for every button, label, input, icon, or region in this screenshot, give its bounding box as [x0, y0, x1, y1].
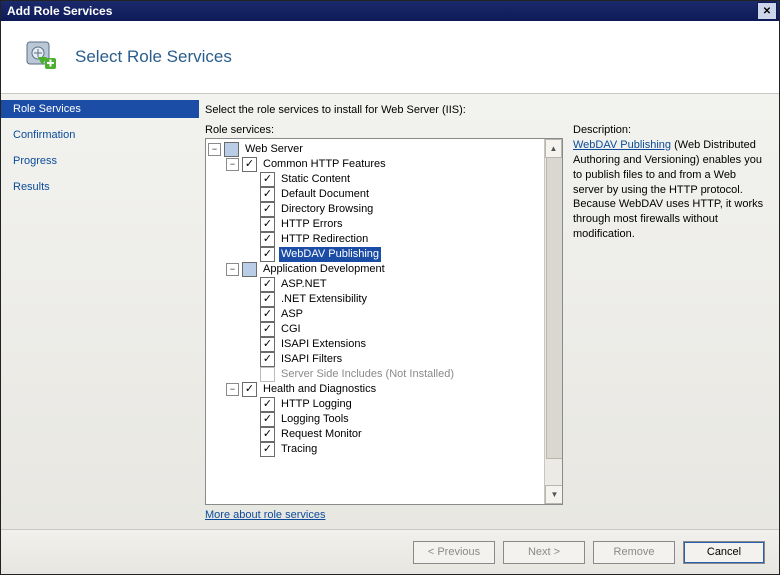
tree-node[interactable]: CGI: [244, 322, 544, 337]
wizard-nav: Role Services Confirmation Progress Resu…: [1, 94, 199, 529]
tree-checkbox[interactable]: [260, 292, 275, 307]
page-title: Select Role Services: [75, 47, 232, 67]
previous-button[interactable]: < Previous: [413, 541, 495, 564]
nav-role-services[interactable]: Role Services: [1, 100, 199, 118]
tree-checkbox[interactable]: [260, 427, 275, 442]
tree-node[interactable]: Logging Tools: [244, 412, 544, 427]
wizard-footer: < Previous Next > Remove Cancel: [1, 529, 779, 574]
collapse-icon[interactable]: −: [226, 383, 239, 396]
collapse-icon[interactable]: −: [226, 158, 239, 171]
tree-node-label[interactable]: ISAPI Extensions: [279, 337, 368, 352]
tree-checkbox[interactable]: [242, 157, 257, 172]
description-text: WebDAV Publishing (Web Distributed Autho…: [573, 138, 765, 242]
tree-node[interactable]: Static Content: [244, 172, 544, 187]
tree-checkbox[interactable]: [260, 442, 275, 457]
tree-node[interactable]: ISAPI Filters: [244, 352, 544, 367]
description-label: Description:: [573, 124, 765, 136]
nav-results[interactable]: Results: [1, 178, 199, 196]
scroll-thumb[interactable]: [546, 157, 563, 459]
tree-node-label[interactable]: Logging Tools: [279, 412, 351, 427]
nav-confirmation[interactable]: Confirmation: [1, 126, 199, 144]
tree-checkbox[interactable]: [260, 307, 275, 322]
tree-checkbox[interactable]: [260, 187, 275, 202]
tree-node-label[interactable]: .NET Extensibility: [279, 292, 369, 307]
collapse-icon[interactable]: −: [208, 143, 221, 156]
collapse-icon[interactable]: −: [226, 263, 239, 276]
tree-node-label[interactable]: Health and Diagnostics: [261, 382, 378, 397]
tree-node-label[interactable]: ASP.NET: [279, 277, 329, 292]
tree-node-label[interactable]: Default Document: [279, 187, 371, 202]
tree-node-label[interactable]: HTTP Errors: [279, 217, 345, 232]
tree-checkbox[interactable]: [260, 397, 275, 412]
tree-node-label[interactable]: HTTP Logging: [279, 397, 354, 412]
tree-scrollbar[interactable]: ▲ ▼: [544, 139, 562, 504]
instruction-text: Select the role services to install for …: [205, 104, 765, 116]
tree-checkbox[interactable]: [260, 352, 275, 367]
title-bar[interactable]: Add Role Services ✕: [1, 1, 779, 21]
tree-node[interactable]: Tracing: [244, 442, 544, 457]
tree-node[interactable]: Server Side Includes (Not Installed): [244, 367, 544, 382]
tree-node[interactable]: Directory Browsing: [244, 202, 544, 217]
tree-node-label[interactable]: Request Monitor: [279, 427, 364, 442]
tree-node[interactable]: ISAPI Extensions: [244, 337, 544, 352]
tree-checkbox[interactable]: [242, 382, 257, 397]
scroll-up-button[interactable]: ▲: [545, 139, 562, 158]
tree-node-label[interactable]: ASP: [279, 307, 305, 322]
nav-progress[interactable]: Progress: [1, 152, 199, 170]
wizard-icon: [23, 40, 57, 74]
tree-node[interactable]: Request Monitor: [244, 427, 544, 442]
tree-node[interactable]: Default Document: [244, 187, 544, 202]
tree-checkbox: [260, 367, 275, 382]
tree-node[interactable]: − Health and Diagnostics: [226, 382, 544, 397]
tree-checkbox[interactable]: [260, 217, 275, 232]
tree-checkbox[interactable]: [260, 277, 275, 292]
tree-node[interactable]: ASP.NET: [244, 277, 544, 292]
tree-node-label[interactable]: CGI: [279, 322, 303, 337]
tree-node[interactable]: ASP: [244, 307, 544, 322]
more-about-role-services-link[interactable]: More about role services: [205, 509, 563, 521]
window-title: Add Role Services: [7, 4, 112, 18]
tree-checkbox[interactable]: [260, 322, 275, 337]
tree-node-label[interactable]: HTTP Redirection: [279, 232, 370, 247]
next-button[interactable]: Next >: [503, 541, 585, 564]
tree-node-label[interactable]: Application Development: [261, 262, 387, 277]
tree-node-label[interactable]: Tracing: [279, 442, 319, 457]
tree-checkbox[interactable]: [224, 142, 239, 157]
remove-button[interactable]: Remove: [593, 541, 675, 564]
tree-node-label[interactable]: Directory Browsing: [279, 202, 375, 217]
tree-node-label[interactable]: Web Server: [243, 142, 305, 157]
tree-checkbox[interactable]: [260, 247, 275, 262]
cancel-button[interactable]: Cancel: [683, 541, 765, 564]
wizard-header: Select Role Services: [1, 21, 779, 94]
tree-node-label[interactable]: Static Content: [279, 172, 352, 187]
tree-checkbox[interactable]: [260, 412, 275, 427]
role-services-tree[interactable]: −Web Server−Common HTTP FeaturesStatic C…: [205, 138, 563, 505]
tree-node[interactable]: HTTP Redirection: [244, 232, 544, 247]
tree-node[interactable]: − Application Development: [226, 262, 544, 277]
add-role-services-window: Add Role Services ✕ Select Role Services…: [0, 0, 780, 575]
tree-checkbox[interactable]: [260, 337, 275, 352]
tree-node-label[interactable]: ISAPI Filters: [279, 352, 344, 367]
tree-node-label[interactable]: Common HTTP Features: [261, 157, 388, 172]
scroll-down-button[interactable]: ▼: [545, 485, 563, 504]
description-link[interactable]: WebDAV Publishing: [573, 139, 671, 151]
tree-node-label[interactable]: WebDAV Publishing: [279, 247, 381, 262]
tree-checkbox[interactable]: [260, 202, 275, 217]
tree-checkbox[interactable]: [260, 232, 275, 247]
close-button[interactable]: ✕: [757, 2, 777, 20]
tree-node[interactable]: HTTP Logging: [244, 397, 544, 412]
tree-node[interactable]: .NET Extensibility: [244, 292, 544, 307]
tree-node-label[interactable]: Server Side Includes (Not Installed): [279, 367, 456, 382]
tree-node[interactable]: WebDAV Publishing: [244, 247, 544, 262]
tree-node[interactable]: HTTP Errors: [244, 217, 544, 232]
role-services-label: Role services:: [205, 124, 563, 136]
tree-checkbox[interactable]: [242, 262, 257, 277]
tree-checkbox[interactable]: [260, 172, 275, 187]
tree-node[interactable]: − Common HTTP Features: [226, 157, 544, 172]
tree-node[interactable]: − Web Server: [208, 142, 544, 157]
